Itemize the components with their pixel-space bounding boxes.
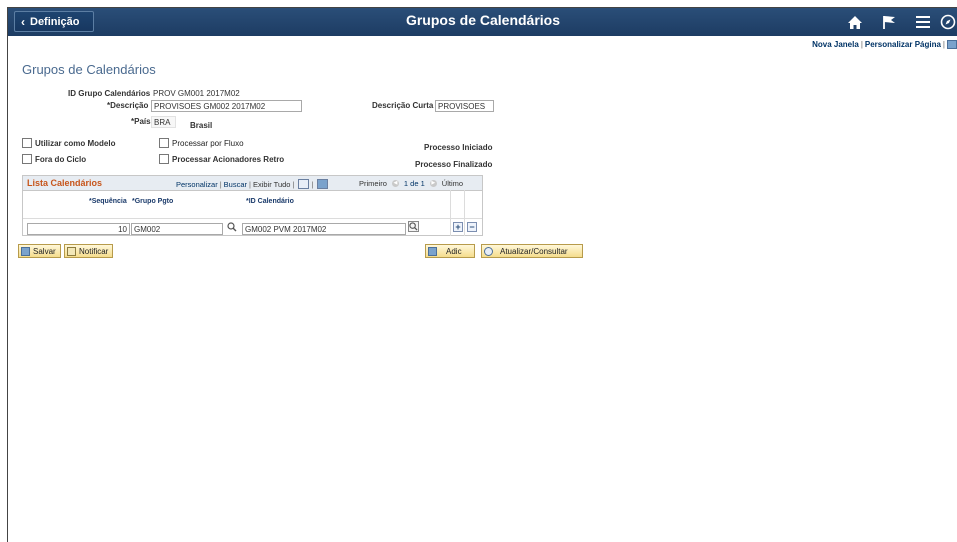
update-display-label: Atualizar/Consultar [500,246,568,256]
update-display-button[interactable]: Atualizar/Consultar [481,244,583,258]
add-button[interactable]: Adic [425,244,475,258]
new-window-link[interactable]: Nova Janela [812,40,859,49]
app-title: Grupos de Calendários [405,12,561,28]
notify-button[interactable]: Notificar [64,244,114,258]
column-divider [464,190,465,236]
compass-icon[interactable] [940,10,957,34]
off-cycle-label: Fora do Ciclo [35,154,87,164]
calendar-id-field[interactable]: GM002 PVM 2017M02 [242,223,406,235]
top-bar: ‹ Definição Grupos de Calendários [8,8,957,36]
paygroup-field[interactable]: GM002 [131,223,223,235]
grid-view-icon[interactable] [947,40,957,50]
link-separator: | [860,40,863,49]
link-separator: | [292,179,295,189]
delete-row-button[interactable]: − [467,222,477,232]
page-info: 1 de 1 [403,179,425,188]
checkbox-box [159,138,169,148]
process-retro-label: Processar Acionadores Retro [172,154,285,164]
grid-links: Personalizar | Buscar | Exibir Tudo | | [176,179,329,189]
sequence-field[interactable]: 10 [27,223,130,235]
show-all-link[interactable]: Exibir Tudo [253,180,291,189]
notify-label: Notificar [79,246,109,256]
id-label: ID Grupo Calendários [68,89,151,98]
short-description-label: Descrição Curta [372,101,434,110]
row-divider [23,218,482,219]
process-finished-label: Processo Finalizado [415,160,493,169]
grid-header: Lista Calendários Personalizar | Buscar … [23,176,482,191]
header-icons [838,10,957,34]
next-icon[interactable]: ▶ [429,180,437,187]
process-flow-checkbox[interactable]: Processar por Fluxo [159,138,244,148]
add-icon [428,246,437,256]
magnifier-icon [484,246,493,256]
add-label: Adic [446,246,462,256]
column-divider [450,190,451,236]
home-icon[interactable] [838,10,872,34]
link-separator: | [311,179,314,189]
save-button[interactable]: Salvar [18,244,61,258]
last-link[interactable]: Último [442,179,463,188]
first-link[interactable]: Primeiro [359,179,387,188]
description-field[interactable]: PROVISOES GM002 2017M02 [151,100,302,112]
page-links: Nova Janela | Personalizar Página | [812,40,957,50]
country-name: Brasil [190,121,213,130]
grid-title: Lista Calendários [27,178,103,188]
app-frame: ‹ Definição Grupos de Calendários Nova J… [7,7,957,542]
personalize-page-link[interactable]: Personalizar Página [865,40,941,49]
country-field[interactable]: BRA [151,116,176,128]
checkbox-box [159,154,169,164]
notify-icon [67,246,76,256]
id-value: PROV GM001 2017M02 [153,89,240,98]
personalize-link[interactable]: Personalizar [176,180,218,189]
flag-icon[interactable] [872,10,906,34]
calendar-list-grid: Lista Calendários Personalizar | Buscar … [22,175,483,236]
off-cycle-checkbox[interactable]: Fora do Ciclo [22,154,86,164]
add-row-button[interactable]: + [453,222,463,232]
grid-navigation: Primeiro ◀ 1 de 1 ▶ Último [359,179,463,188]
column-header-paygroup: *Grupo Pgto [132,198,174,205]
calendar-lookup-icon[interactable] [408,221,419,232]
download-excel-icon[interactable] [317,179,329,189]
save-icon [21,246,30,256]
zoom-grid-icon[interactable] [298,179,310,189]
column-header-calendar-id: *ID Calendário [246,198,294,205]
use-as-model-checkbox[interactable]: Utilizar como Modelo [22,138,115,148]
checkbox-box [22,138,32,148]
column-header-sequence: *Sequência [89,198,127,205]
description-label: *Descrição [107,101,149,110]
link-separator: | [942,40,945,49]
paygroup-lookup-icon[interactable] [227,222,237,234]
short-description-field[interactable]: PROVISOES [435,100,494,112]
page-title: Grupos de Calendários [22,62,156,77]
link-separator: | [248,179,251,189]
process-flow-label: Processar por Fluxo [172,138,244,148]
link-separator: | [219,179,222,189]
process-retro-checkbox[interactable]: Processar Acionadores Retro [159,154,284,164]
checkbox-box [22,154,32,164]
menu-icon[interactable] [906,10,940,34]
save-label: Salvar [33,246,56,256]
search-link[interactable]: Buscar [224,180,247,189]
previous-icon[interactable]: ◀ [391,180,399,187]
use-as-model-label: Utilizar como Modelo [35,138,116,148]
country-label: *País [131,117,151,126]
process-started-label: Processo Iniciado [424,143,493,152]
